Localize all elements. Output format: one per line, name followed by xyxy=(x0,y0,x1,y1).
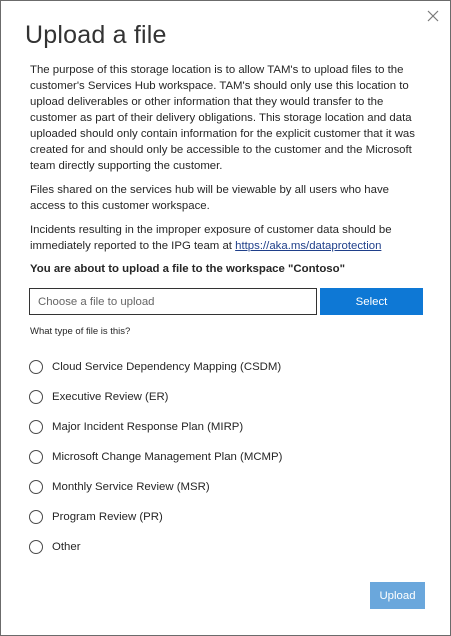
radio-option-er[interactable]: Executive Review (ER) xyxy=(29,382,282,412)
radio-label: Cloud Service Dependency Mapping (CSDM) xyxy=(52,361,282,373)
close-icon[interactable] xyxy=(426,9,440,23)
file-type-label: What type of file is this? xyxy=(30,326,131,337)
radio-label: Executive Review (ER) xyxy=(52,391,169,403)
radio-option-mcmp[interactable]: Microsoft Change Management Plan (MCMP) xyxy=(29,442,282,472)
data-protection-link[interactable]: https://aka.ms/dataprotection xyxy=(235,240,381,252)
radio-option-msr[interactable]: Monthly Service Review (MSR) xyxy=(29,472,282,502)
radio-button[interactable] xyxy=(29,390,43,404)
purpose-paragraph: The purpose of this storage location is … xyxy=(30,64,415,172)
radio-button[interactable] xyxy=(29,540,43,554)
radio-option-pr[interactable]: Program Review (PR) xyxy=(29,502,282,532)
select-file-button[interactable]: Select xyxy=(320,288,423,315)
visibility-paragraph: Files shared on the services hub will be… xyxy=(30,184,389,212)
radio-label: Major Incident Response Plan (MIRP) xyxy=(52,421,244,433)
radio-option-other[interactable]: Other xyxy=(29,532,282,562)
radio-button[interactable] xyxy=(29,450,43,464)
radio-label: Program Review (PR) xyxy=(52,511,163,523)
workspace-notice: You are about to upload a file to the wo… xyxy=(30,263,345,275)
incident-paragraph: Incidents resulting in the improper expo… xyxy=(30,222,422,254)
file-type-radio-group: Cloud Service Dependency Mapping (CSDM) … xyxy=(29,352,282,562)
radio-button[interactable] xyxy=(29,480,43,494)
upload-dialog: Upload a file The purpose of this storag… xyxy=(0,0,451,636)
radio-button[interactable] xyxy=(29,360,43,374)
radio-label: Monthly Service Review (MSR) xyxy=(52,481,210,493)
radio-option-mirp[interactable]: Major Incident Response Plan (MIRP) xyxy=(29,412,282,442)
radio-label: Microsoft Change Management Plan (MCMP) xyxy=(52,451,283,463)
file-path-input[interactable] xyxy=(29,288,317,315)
radio-label: Other xyxy=(52,541,81,553)
radio-button[interactable] xyxy=(29,510,43,524)
dialog-title: Upload a file xyxy=(25,21,167,49)
radio-button[interactable] xyxy=(29,420,43,434)
radio-option-csdm[interactable]: Cloud Service Dependency Mapping (CSDM) xyxy=(29,352,282,382)
upload-button[interactable]: Upload xyxy=(370,582,425,609)
